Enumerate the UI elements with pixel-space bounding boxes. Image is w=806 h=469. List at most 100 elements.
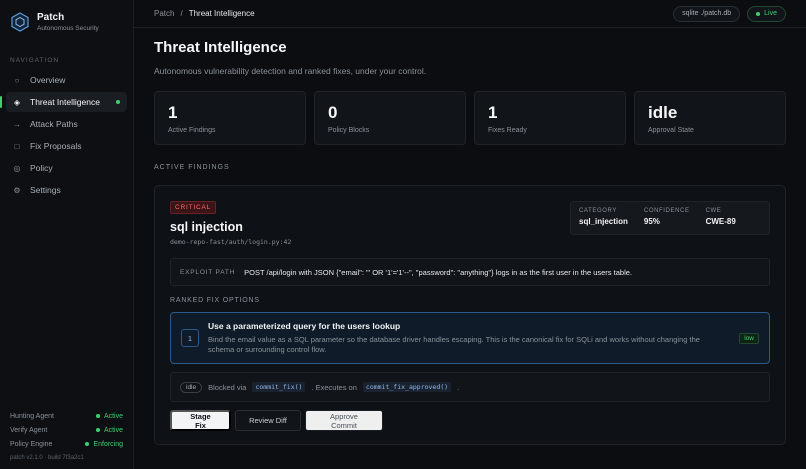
brand-subtitle: Autonomous Security <box>37 25 99 32</box>
sidebar-item-threat-intelligence[interactable]: ◈ Threat Intelligence <box>0 92 127 112</box>
sidebar-item-label: Attack Paths <box>30 119 78 129</box>
meta-key: CWE <box>705 208 722 214</box>
exploit-path-box: EXPLOIT PATH POST /api/login with JSON {… <box>170 258 770 286</box>
meta-value: sql_injection <box>579 217 628 226</box>
finding-card: CRITICAL sql injection demo-repo-fast/au… <box>154 185 786 445</box>
breadcrumb: Patch / Threat Intelligence <box>154 9 255 18</box>
page-subtitle: Autonomous vulnerability detection and r… <box>154 66 427 76</box>
live-badge: Live <box>747 5 786 22</box>
stat-card-approval-state: idle Approval State <box>634 91 786 145</box>
sidebar-item-label: Settings <box>30 185 61 195</box>
meta-confidence: CONFIDENCE 95% <box>644 208 690 228</box>
finding-path[interactable]: demo-repo-fast/auth/login.py:42 <box>170 238 770 246</box>
agent-status: Active <box>95 412 123 420</box>
breadcrumb-separator: / <box>180 9 183 18</box>
agent-status: Enforcing <box>85 441 123 448</box>
agent-row: Hunting Agent Active <box>10 409 123 423</box>
version-label: patch v2.1.0 · build 7f3a2c1 <box>10 455 84 461</box>
approval-state-pill: idle <box>180 381 203 393</box>
agent-status: Active <box>95 426 123 434</box>
target-icon: ◎ <box>13 163 21 173</box>
arrow-right-icon: → <box>13 119 21 129</box>
stat-card-active-findings: 1 Active Findings <box>154 91 306 145</box>
status-dot-icon <box>95 428 100 432</box>
agent-row: Policy Engine Enforcing <box>10 437 123 451</box>
agent-name: Hunting Agent <box>10 412 54 420</box>
approve-commit-button: Approve Commit <box>305 410 383 431</box>
meta-key: CATEGORY <box>579 208 617 214</box>
risk-badge: low <box>739 333 759 344</box>
stage-fix-button[interactable]: Stage Fix <box>170 410 231 431</box>
approval-text: . Executes on <box>311 382 357 392</box>
live-label: Live <box>764 10 777 17</box>
live-dot-icon <box>756 11 761 16</box>
stat-value: 1 <box>488 103 498 122</box>
findings-heading: ACTIVE FINDINGS <box>154 164 230 171</box>
fix-option[interactable]: 1 Use a parameterized query for the user… <box>170 312 770 364</box>
approval-status-box: idle Blocked via commit_fix() . Executes… <box>170 372 770 402</box>
agent-status-label: Active <box>103 426 123 434</box>
review-diff-button[interactable]: Review Diff <box>235 410 301 431</box>
breadcrumb-root[interactable]: Patch <box>154 9 174 18</box>
hexagon-logo-icon <box>11 12 29 32</box>
code-commit-fix-approved: commit_fix_approved() <box>362 382 452 392</box>
gear-icon: ⚙ <box>13 185 21 195</box>
approval-text: . <box>457 382 460 392</box>
circle-icon: ○ <box>14 75 20 85</box>
page-title: Threat Intelligence <box>154 39 287 56</box>
meta-category: CATEGORY sql_injection <box>579 208 628 228</box>
live-dot <box>116 100 120 104</box>
ranked-fixes-heading: RANKED FIX OPTIONS <box>170 297 260 304</box>
active-indicator <box>0 96 2 108</box>
meta-value: 95% <box>643 217 660 226</box>
status-dot-icon <box>85 442 90 446</box>
stats-row: 1 Active Findings 0 Policy Blocks 1 Fixe… <box>154 91 786 145</box>
fix-rank: 1 <box>181 329 199 347</box>
brand-name: Patch <box>37 12 65 23</box>
approval-text: Blocked via <box>208 382 247 392</box>
sidebar-item-settings[interactable]: ⚙ Settings <box>6 180 127 200</box>
diamond-icon: ◈ <box>13 97 21 107</box>
agent-status-label: Enforcing <box>93 440 123 448</box>
square-icon: □ <box>14 141 20 151</box>
topbar-status: sqlite ./patch.db Live <box>673 5 786 22</box>
stat-value: idle <box>648 103 678 122</box>
sidebar-item-label: Fix Proposals <box>30 141 82 151</box>
action-buttons: Stage Fix Review Diff Approve Commit <box>170 410 770 431</box>
sidebar-item-overview[interactable]: ○ Overview <box>6 70 127 90</box>
code-commit-fix: commit_fix() <box>252 382 306 392</box>
finding-meta: CATEGORY sql_injection CONFIDENCE 95% CW… <box>570 201 770 235</box>
main-content: Patch / Threat Intelligence sqlite ./pat… <box>134 0 806 469</box>
exploit-path-label: EXPLOIT PATH <box>180 268 236 276</box>
agent-name: Policy Engine <box>10 440 53 448</box>
agent-row: Verify Agent Active <box>10 423 123 437</box>
sidebar-item-policy[interactable]: ◎ Policy <box>6 158 127 178</box>
stat-card-fixes-ready: 1 Fixes Ready <box>474 91 626 145</box>
fix-title: Use a parameterized query for the users … <box>208 321 401 331</box>
sidebar-nav: ○ Overview ◈ Threat Intelligence → Attac… <box>0 70 133 200</box>
stat-value: 0 <box>328 103 338 122</box>
stat-value: 1 <box>168 103 178 122</box>
meta-key: CONFIDENCE <box>643 208 690 214</box>
agent-name: Verify Agent <box>10 426 48 434</box>
sidebar: Patch Autonomous Security NAVIGATION ○ O… <box>0 0 134 469</box>
stat-label: Policy Blocks <box>328 127 370 134</box>
stat-card-policy-blocks: 0 Policy Blocks <box>314 91 466 145</box>
stat-label: Approval State <box>648 127 694 134</box>
breadcrumb-current: Threat Intelligence <box>188 9 255 18</box>
fix-description: Bind the email value as a SQL parameter … <box>208 335 700 354</box>
sidebar-item-attack-paths[interactable]: → Attack Paths <box>6 114 127 134</box>
sidebar-item-label: Overview <box>30 75 66 85</box>
exploit-path-text: POST /api/login with JSON {"email": "' O… <box>244 267 632 277</box>
sidebar-item-fix-proposals[interactable]: □ Fix Proposals <box>6 136 127 156</box>
stat-label: Fixes Ready <box>488 127 527 134</box>
agent-status-label: Active <box>103 412 123 420</box>
meta-cwe: CWE CWE-89 <box>706 208 736 228</box>
sidebar-item-label: Threat Intelligence <box>30 97 100 107</box>
database-pill: sqlite ./patch.db <box>673 5 741 22</box>
status-dot-icon <box>95 414 100 418</box>
topbar: Patch / Threat Intelligence sqlite ./pat… <box>134 0 806 28</box>
brand[interactable]: Patch Autonomous Security <box>0 0 133 42</box>
nav-heading: NAVIGATION <box>10 57 60 64</box>
agent-status-list: Hunting Agent Active Verify Agent Active… <box>0 409 133 462</box>
